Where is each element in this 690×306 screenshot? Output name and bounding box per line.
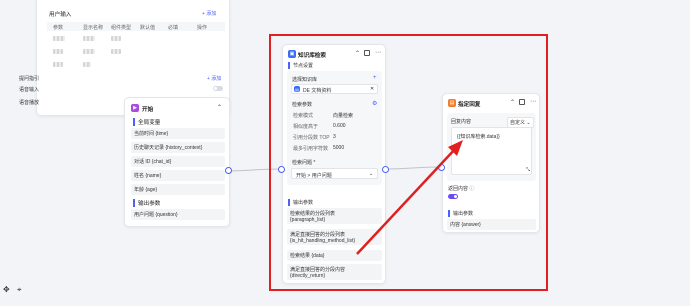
start-node-title: 开始 — [142, 107, 154, 113]
global-var-chat-id: 对话 ID {chat_id} — [131, 156, 225, 167]
col-component-type: 组件类型 — [111, 25, 132, 31]
global-var-history: 历史聊天记录 {history_context} — [131, 142, 225, 153]
output-question: 用户问题 {question} — [131, 209, 225, 220]
voice-input-toggle[interactable] — [213, 86, 223, 91]
add-user-input-button[interactable]: + 添加 — [202, 10, 216, 17]
col-display-name: 显示名称 — [83, 25, 104, 31]
user-input-title: 用户输入 — [49, 12, 72, 18]
col-required: 必填 — [168, 25, 179, 31]
redacted-cell — [83, 62, 91, 67]
voice-input-label: 语音输入 — [19, 87, 40, 93]
user-input-table-header: 参数 显示名称 组件类型 默认值 必填 操作 — [47, 22, 225, 31]
col-default: 默认值 — [140, 25, 156, 31]
global-var-name: 姓名 {name} — [131, 170, 225, 181]
prompt-guide-label: 提问指引 — [19, 76, 40, 82]
add-prompt-button[interactable]: + 添加 — [207, 75, 221, 82]
redacted-cell — [53, 62, 63, 67]
annotation-highlight-box — [269, 34, 548, 291]
move-tool-icon[interactable]: ✥ — [3, 285, 10, 294]
collapse-icon[interactable]: ⌃ — [217, 104, 222, 111]
col-param: 参数 — [53, 25, 64, 31]
global-vars-title: 全局变量 — [133, 118, 160, 126]
start-output-port[interactable] — [225, 167, 232, 174]
table-row — [47, 60, 225, 69]
voice-play-label: 语音播放 — [19, 100, 40, 106]
pointer-tool-icon[interactable]: ⌖ — [17, 285, 22, 295]
redacted-cell — [111, 49, 121, 54]
table-row — [47, 34, 225, 43]
start-node-icon: ▶ — [131, 104, 139, 112]
redacted-cell — [83, 36, 95, 41]
redacted-cell — [83, 49, 95, 54]
col-actions: 操作 — [197, 25, 208, 31]
start-node[interactable]: ▶ 开始 ⌃ 全局变量 当前时间 {time} 历史聊天记录 {history_… — [124, 97, 230, 227]
global-var-time: 当前时间 {time} — [131, 128, 225, 139]
redacted-cell — [53, 36, 65, 41]
redacted-cell — [111, 36, 121, 41]
global-var-age: 年龄 {age} — [131, 184, 225, 195]
redacted-cell — [53, 49, 63, 54]
table-row — [47, 47, 225, 56]
start-output-title: 输出参数 — [133, 199, 160, 207]
